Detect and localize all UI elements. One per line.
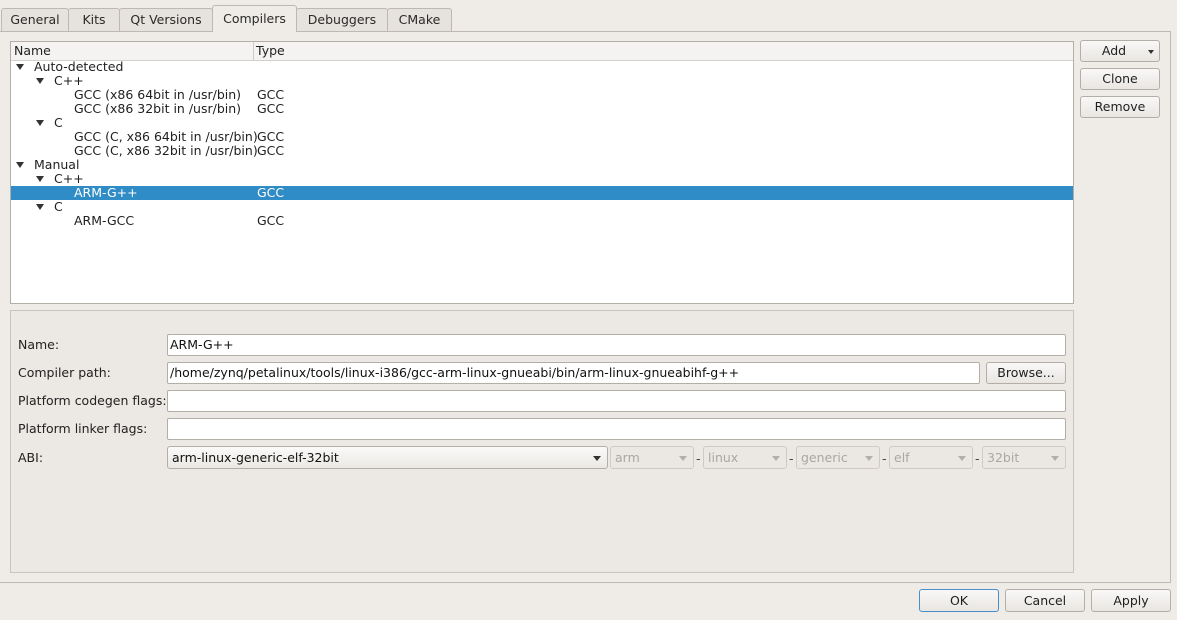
abi-os-select[interactable]: linux xyxy=(703,446,787,469)
tree-group-auto-detected[interactable]: Auto-detected xyxy=(11,60,1073,74)
compiler-type: GCC xyxy=(257,129,285,144)
add-button-label: Add xyxy=(1101,43,1127,58)
abi-format-select[interactable]: elf xyxy=(889,446,973,469)
panel-frame-right xyxy=(1170,31,1171,583)
tree-group-auto-cpp[interactable]: C++ xyxy=(11,74,1073,88)
tree-row-label: C xyxy=(54,115,63,130)
column-header-name[interactable]: Name xyxy=(14,43,51,58)
compiler-name: GCC (C, x86 64bit in /usr/bin) xyxy=(74,129,258,144)
tab-bar-border xyxy=(0,31,1171,32)
abi-separator: - xyxy=(696,451,701,466)
apply-button[interactable]: Apply xyxy=(1091,589,1171,612)
clone-button[interactable]: Clone xyxy=(1080,68,1160,90)
compiler-type: GCC xyxy=(257,213,285,228)
tree-group-auto-c[interactable]: C xyxy=(11,116,1073,130)
abi-architecture-select[interactable]: arm xyxy=(610,446,694,469)
remove-button[interactable]: Remove xyxy=(1080,96,1160,118)
tree-row-compiler[interactable]: GCC (x86 32bit in /usr/bin) GCC xyxy=(11,102,1073,116)
tree-header: Name Type xyxy=(11,42,1073,61)
linker-flags-field[interactable] xyxy=(167,418,1066,440)
tab-cmake[interactable]: CMake xyxy=(387,8,452,31)
codegen-flags-label: Platform codegen flags: xyxy=(18,393,167,408)
chevron-down-icon xyxy=(958,456,966,461)
tree-row-label: Auto-detected xyxy=(34,59,124,74)
abi-width-select[interactable]: 32bit xyxy=(982,446,1066,469)
expand-arrow-icon[interactable] xyxy=(36,78,44,84)
tree-group-manual-cpp[interactable]: C++ xyxy=(11,172,1073,186)
compiler-type: GCC xyxy=(257,101,285,116)
panel-frame-bottom xyxy=(0,582,1171,583)
browse-button[interactable]: Browse... xyxy=(986,362,1066,384)
compiler-type: GCC xyxy=(257,185,285,200)
codegen-flags-field[interactable] xyxy=(167,390,1066,412)
abi-label: ABI: xyxy=(18,450,44,465)
tab-debuggers[interactable]: Debuggers xyxy=(296,8,388,31)
tree-row-compiler[interactable]: GCC (C, x86 32bit in /usr/bin) GCC xyxy=(11,144,1073,158)
abi-format-value: elf xyxy=(894,450,910,465)
tree-row-label: C++ xyxy=(54,171,84,186)
tab-general[interactable]: General xyxy=(1,8,69,31)
compiler-type: GCC xyxy=(257,143,285,158)
tree-group-manual-c[interactable]: C xyxy=(11,200,1073,214)
abi-os-value: linux xyxy=(708,450,739,465)
tab-compilers[interactable]: Compilers xyxy=(212,5,297,32)
cancel-button[interactable]: Cancel xyxy=(1005,589,1085,612)
tree-row-compiler[interactable]: GCC (C, x86 64bit in /usr/bin) GCC xyxy=(11,130,1073,144)
abi-flavor-value: generic xyxy=(801,450,848,465)
column-header-type[interactable]: Type xyxy=(256,43,285,58)
compiler-name: GCC (x86 64bit in /usr/bin) xyxy=(74,87,242,102)
tree-row-label: C xyxy=(54,199,63,214)
name-field[interactable]: ARM-G++ xyxy=(167,334,1066,356)
tab-qt-versions[interactable]: Qt Versions xyxy=(119,8,213,31)
chevron-down-icon xyxy=(593,456,601,461)
chevron-down-icon xyxy=(1051,456,1059,461)
tree-row-compiler[interactable]: ARM-GCC GCC xyxy=(11,214,1073,228)
tree-row-label: C++ xyxy=(54,73,84,88)
abi-width-value: 32bit xyxy=(987,450,1020,465)
tree-row-label: Manual xyxy=(34,157,80,172)
expand-arrow-icon[interactable] xyxy=(36,120,44,126)
tree-row-compiler[interactable]: GCC (x86 64bit in /usr/bin) GCC xyxy=(11,88,1073,102)
ok-button[interactable]: OK xyxy=(919,589,999,612)
linker-flags-label: Platform linker flags: xyxy=(18,421,148,436)
abi-flavor-select[interactable]: generic xyxy=(796,446,880,469)
abi-architecture-value: arm xyxy=(615,450,640,465)
expand-arrow-icon[interactable] xyxy=(36,204,44,210)
compiler-path-label: Compiler path: xyxy=(18,365,111,380)
abi-separator: - xyxy=(975,451,980,466)
compiler-name: ARM-GCC xyxy=(74,213,135,228)
column-separator[interactable] xyxy=(253,42,254,60)
chevron-down-icon xyxy=(679,456,687,461)
compiler-path-field[interactable]: /home/zynq/petalinux/tools/linux-i386/gc… xyxy=(167,362,980,384)
tree-row-compiler-selected[interactable]: ARM-G++ GCC xyxy=(11,186,1073,200)
tab-kits[interactable]: Kits xyxy=(68,8,120,31)
abi-separator: - xyxy=(882,451,887,466)
dropdown-arrow-icon xyxy=(1148,50,1154,54)
abi-select[interactable]: arm-linux-generic-elf-32bit xyxy=(167,446,608,469)
compiler-name: ARM-G++ xyxy=(74,185,138,200)
add-button[interactable]: Add xyxy=(1080,40,1160,62)
expand-arrow-icon[interactable] xyxy=(36,176,44,182)
tree-group-manual[interactable]: Manual xyxy=(11,158,1073,172)
compiler-tree[interactable]: Name Type Auto-detected C++ GCC (x86 64b… xyxy=(10,41,1074,304)
abi-separator: - xyxy=(789,451,794,466)
name-label: Name: xyxy=(18,337,60,352)
compiler-type: GCC xyxy=(257,87,285,102)
compiler-name: GCC (C, x86 32bit in /usr/bin) xyxy=(74,143,258,158)
abi-select-value: arm-linux-generic-elf-32bit xyxy=(172,450,339,465)
chevron-down-icon xyxy=(865,456,873,461)
expand-arrow-icon[interactable] xyxy=(16,64,24,70)
chevron-down-icon xyxy=(772,456,780,461)
compiler-name: GCC (x86 32bit in /usr/bin) xyxy=(74,101,242,116)
expand-arrow-icon[interactable] xyxy=(16,162,24,168)
